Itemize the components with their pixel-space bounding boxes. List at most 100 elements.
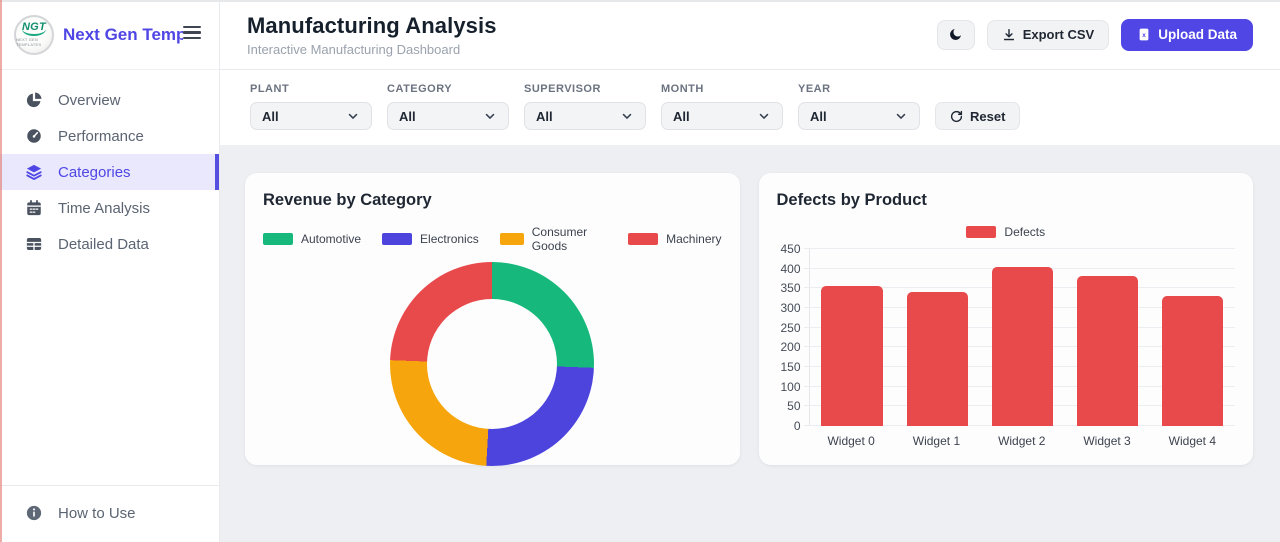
filter-group-category: CATEGORY All: [387, 83, 509, 130]
defects-legend: Defects: [777, 225, 1236, 239]
filter-label: PLANT: [250, 83, 372, 95]
sidebar-item-detailed-data[interactable]: Detailed Data: [0, 226, 219, 262]
filter-group-year: YEAR All: [798, 83, 920, 130]
filter-group-month: MONTH All: [661, 83, 783, 130]
supervisor-select[interactable]: All: [524, 102, 646, 130]
filter-group-supervisor: SUPERVISOR All: [524, 83, 646, 130]
legend-item[interactable]: Automotive: [263, 225, 361, 253]
y-tick-label: 400: [780, 262, 800, 276]
sidebar-logo-row: NGT NEXT GEN TEMPLATES Next Gen Temp: [0, 0, 219, 70]
sidebar-item-label: Categories: [58, 164, 131, 181]
x-tick-label: Widget 0: [809, 434, 894, 448]
y-tick-label: 250: [780, 321, 800, 335]
sidebar-item-categories[interactable]: Categories: [0, 154, 219, 190]
legend-item[interactable]: Electronics: [382, 225, 479, 253]
y-tick-label: 100: [780, 380, 800, 394]
filter-label: SUPERVISOR: [524, 83, 646, 95]
sidebar-item-overview[interactable]: Overview: [0, 82, 219, 118]
defects-by-product-card: Defects by Product Defects 0501001502002…: [759, 173, 1254, 465]
sidebar-nav: Overview Performance Categories Time Ana…: [0, 70, 219, 262]
layers-icon: [25, 163, 43, 181]
bar-xlabels: Widget 0Widget 1Widget 2Widget 3Widget 4: [809, 434, 1236, 448]
select-value: All: [810, 109, 827, 124]
app-root: NGT NEXT GEN TEMPLATES Next Gen Temp Ove…: [0, 0, 1280, 542]
sidebar-item-label: How to Use: [58, 505, 136, 522]
filter-label: CATEGORY: [387, 83, 509, 95]
defects-bar-chart: 050100150200250300350400450 Widget 0Widg…: [777, 249, 1236, 448]
select-value: All: [536, 109, 553, 124]
legend-label: Automotive: [301, 232, 361, 246]
x-tick-label: Widget 3: [1064, 434, 1149, 448]
download-icon: [1002, 28, 1016, 42]
year-select[interactable]: All: [798, 102, 920, 130]
upload-data-button[interactable]: x Upload Data: [1121, 19, 1253, 51]
legend-swatch: [382, 233, 412, 245]
bar[interactable]: [821, 286, 882, 426]
select-value: All: [399, 109, 416, 124]
filter-group-plant: PLANT All: [250, 83, 372, 130]
header-actions: Export CSV x Upload Data: [937, 19, 1253, 51]
sidebar-item-how-to-use[interactable]: How to Use: [0, 496, 219, 530]
hamburger-icon: [183, 26, 201, 28]
sidebar-footer: How to Use: [0, 485, 219, 542]
select-value: All: [673, 109, 690, 124]
sidebar: NGT NEXT GEN TEMPLATES Next Gen Temp Ove…: [0, 0, 220, 542]
x-tick-label: Widget 4: [1150, 434, 1235, 448]
page-subtitle: Interactive Manufacturing Dashboard: [247, 42, 497, 57]
category-select[interactable]: All: [387, 102, 509, 130]
bar[interactable]: [1162, 296, 1223, 426]
theme-toggle-button[interactable]: [937, 20, 975, 50]
legend-item[interactable]: Consumer Goods: [500, 225, 607, 253]
spreadsheet-file-icon: x: [1137, 27, 1151, 42]
chevron-down-icon: [757, 109, 771, 123]
legend-item[interactable]: Machinery: [628, 225, 721, 253]
donut-wrap: [263, 262, 722, 466]
y-tick-label: 0: [794, 419, 801, 433]
card-title: Revenue by Category: [263, 191, 722, 210]
plant-select[interactable]: All: [250, 102, 372, 130]
bar-slot: [980, 249, 1065, 426]
brand-logo: NGT NEXT GEN TEMPLATES: [14, 15, 54, 55]
window-top-edge: [0, 0, 1280, 2]
bar-xaxis: Widget 0Widget 1Widget 2Widget 3Widget 4: [777, 434, 1236, 448]
y-tick-label: 50: [787, 399, 800, 413]
reset-filters-button[interactable]: Reset: [935, 102, 1020, 130]
month-select[interactable]: All: [661, 102, 783, 130]
legend-label: Machinery: [666, 232, 721, 246]
sidebar-item-performance[interactable]: Performance: [0, 118, 219, 154]
brand-logo-subtext: NEXT GEN TEMPLATES: [16, 37, 52, 47]
page-header: Manufacturing Analysis Interactive Manuf…: [220, 0, 1280, 70]
legend-swatch: [628, 233, 658, 245]
filter-bar: PLANT All CATEGORY All SUPERVISOR All: [220, 70, 1280, 145]
chevron-down-icon: [483, 109, 497, 123]
svg-text:x: x: [1142, 32, 1146, 39]
content-area: Revenue by Category Automotive Electronic…: [220, 145, 1280, 542]
bar[interactable]: [907, 292, 968, 426]
chevron-down-icon: [894, 109, 908, 123]
sidebar-item-time-analysis[interactable]: Time Analysis: [0, 190, 219, 226]
x-tick-label: Widget 2: [979, 434, 1064, 448]
sidebar-toggle-button[interactable]: [183, 26, 201, 39]
page-title: Manufacturing Analysis: [247, 13, 497, 39]
bar[interactable]: [1077, 276, 1138, 426]
chevron-down-icon: [346, 109, 360, 123]
y-tick-label: 450: [780, 242, 800, 256]
main-area: Manufacturing Analysis Interactive Manuf…: [220, 0, 1280, 542]
upload-data-label: Upload Data: [1158, 27, 1237, 42]
sidebar-item-label: Detailed Data: [58, 236, 149, 253]
legend-swatch: [500, 233, 524, 245]
legend-item[interactable]: Defects: [966, 225, 1045, 239]
table-icon: [25, 235, 43, 253]
y-tick-label: 150: [780, 360, 800, 374]
revenue-donut[interactable]: [390, 262, 594, 466]
y-tick-label: 200: [780, 340, 800, 354]
bar[interactable]: [992, 267, 1053, 426]
sidebar-item-label: Overview: [58, 92, 121, 109]
reset-label: Reset: [970, 109, 1005, 124]
legend-swatch: [263, 233, 293, 245]
bar-plot: [809, 249, 1236, 426]
brand-name: Next Gen Temp: [63, 25, 183, 45]
export-csv-button[interactable]: Export CSV: [987, 20, 1110, 50]
title-block: Manufacturing Analysis Interactive Manuf…: [247, 13, 497, 57]
chevron-down-icon: [620, 109, 634, 123]
